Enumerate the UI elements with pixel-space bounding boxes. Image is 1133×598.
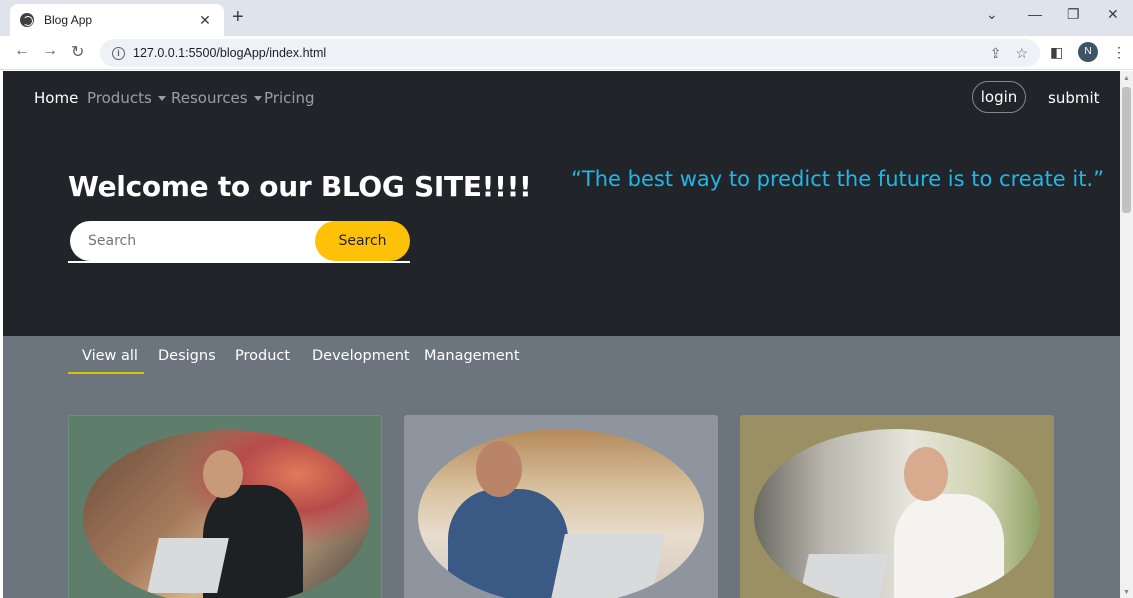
login-button[interactable]: login [972,81,1026,113]
scroll-up-icon[interactable]: ▲ [1123,75,1130,82]
hero-quote: “The best way to predict the future is t… [571,167,1104,191]
scroll-down-icon[interactable]: ▼ [1123,589,1130,596]
person-head [203,450,243,498]
blog-card[interactable] [68,415,382,598]
close-tab-icon[interactable]: ✕ [196,12,214,29]
back-icon[interactable]: ← [14,42,30,60]
submit-button[interactable]: submit [1048,89,1100,107]
reload-icon[interactable]: ↻ [71,42,84,62]
person-head [476,441,522,497]
bookmark-star-icon[interactable]: ☆ [1015,45,1028,62]
tab-product[interactable]: Product [235,348,290,364]
url-text[interactable]: 127.0.0.1:5500/blogApp/index.html [133,46,976,60]
address-bar[interactable]: i 127.0.0.1:5500/blogApp/index.html ⇪ ☆ [100,39,1040,67]
nav-home[interactable]: Home [34,89,78,107]
hero-section: Home Products Resources Pricing login su… [3,71,1120,336]
search-form: Search [68,221,410,263]
tab-development[interactable]: Development [312,348,410,364]
profile-avatar[interactable]: N [1078,42,1098,62]
browser-tab-bar: Blog App ✕ + ⌄ — ❐ ✕ [0,0,1133,36]
hero-title: Welcome to our BLOG SITE!!!! [68,170,532,203]
share-icon[interactable]: ⇪ [990,45,1002,62]
active-tab-underline [68,372,144,374]
tab-designs[interactable]: Designs [158,348,216,364]
blog-card[interactable] [404,415,718,598]
globe-icon [20,13,34,27]
person-figure [894,494,1004,598]
search-input[interactable] [70,221,340,261]
tab-management[interactable]: Management [424,348,520,364]
laptop-shape [147,538,229,593]
person-figure [448,489,568,598]
nav-products-label: Products [87,89,152,107]
close-window-icon[interactable]: ✕ [1107,6,1119,23]
menu-kebab-icon[interactable]: ⋮ [1112,44,1126,61]
info-icon[interactable]: i [112,46,125,60]
browser-toolbar: ← → ↻ i 127.0.0.1:5500/blogApp/index.htm… [0,36,1133,70]
page-scrollbar[interactable]: ▲ ▼ [1120,71,1133,598]
tab-search-icon[interactable]: ⌄ [986,6,998,23]
laptop-shape [799,554,889,598]
blog-card[interactable] [740,415,1054,598]
tab-title: Blog App [44,13,93,27]
forward-icon[interactable]: → [42,42,58,60]
caret-down-icon [157,96,166,101]
search-button[interactable]: Search [315,221,410,261]
nav-pricing[interactable]: Pricing [264,89,315,107]
blog-card-image [754,429,1040,598]
nav-resources-label: Resources [171,89,248,107]
minimize-icon[interactable]: — [1028,6,1042,22]
scrollbar-thumb[interactable] [1122,87,1131,213]
new-tab-button[interactable]: + [232,6,244,29]
blog-card-image [418,429,704,598]
blog-card-image [83,430,369,598]
nav-products[interactable]: Products [87,89,166,107]
blog-section: View all Designs Product Development Man… [3,336,1120,598]
person-head [904,447,948,501]
restore-icon[interactable]: ❐ [1067,6,1080,23]
browser-tab[interactable]: Blog App ✕ [10,4,224,36]
page-viewport: Home Products Resources Pricing login su… [3,71,1120,598]
side-panel-icon[interactable]: ◧ [1050,44,1063,61]
tab-view-all[interactable]: View all [82,348,138,364]
caret-down-icon [253,96,262,101]
laptop-shape [551,534,665,598]
nav-resources[interactable]: Resources [171,89,262,107]
